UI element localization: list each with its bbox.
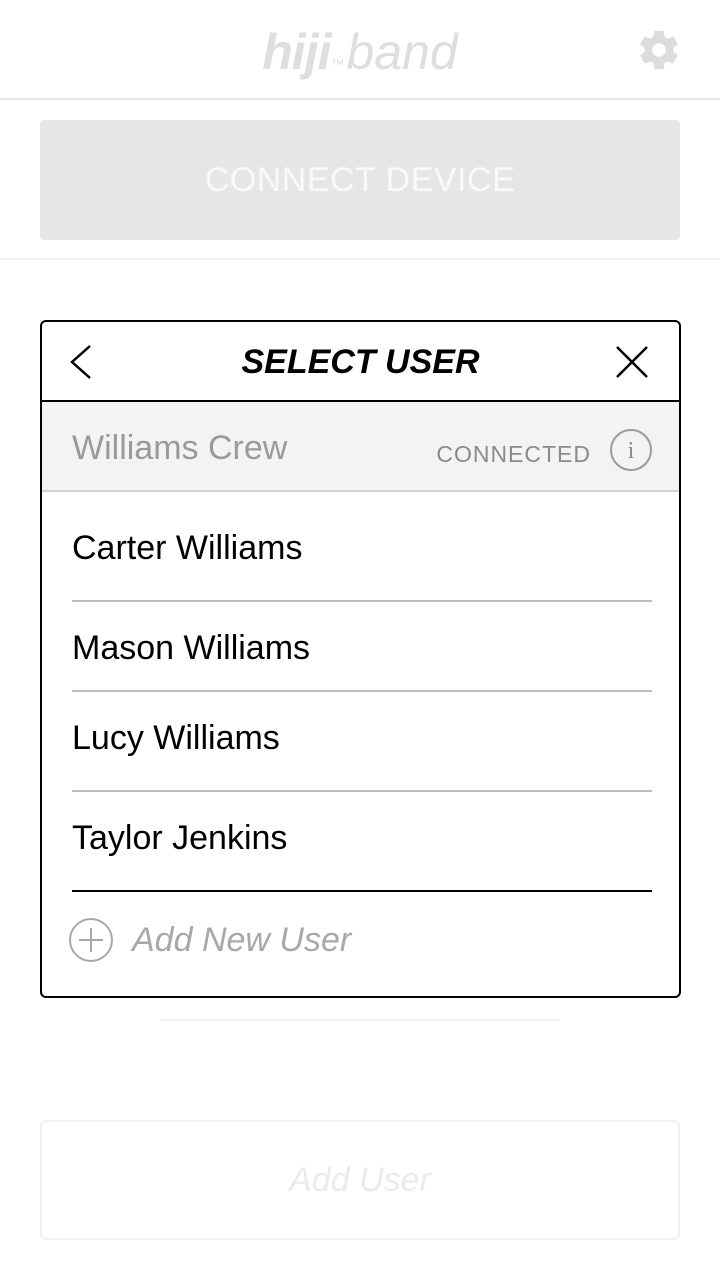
group-row-williams-crew[interactable]: Williams Crew CONNECTED i <box>42 402 679 492</box>
group-name: Williams Crew <box>72 429 288 467</box>
background-divider <box>160 1019 560 1021</box>
add-new-user-button[interactable]: Add New User <box>68 890 648 990</box>
logo-trademark: ™ <box>330 56 345 72</box>
close-icon[interactable] <box>614 344 650 380</box>
user-name: Taylor Jenkins <box>72 819 288 857</box>
add-new-user-label: Add New User <box>132 921 352 959</box>
modal-title: SELECT USER <box>241 343 480 381</box>
hiji-band-logo: hiji™band <box>0 22 720 94</box>
user-row-carter-williams[interactable]: Carter Williams <box>72 492 652 602</box>
plus-circle-icon <box>69 918 113 962</box>
user-row-lucy-williams[interactable]: Lucy Williams <box>72 692 652 792</box>
svg-text:i: i <box>628 438 635 464</box>
user-name: Lucy Williams <box>72 719 280 757</box>
user-name: Carter Williams <box>72 529 303 567</box>
connection-status: CONNECTED <box>436 441 591 467</box>
logo-sub-text: band <box>346 24 458 80</box>
app-header: hiji™band <box>0 0 720 100</box>
add-user-button[interactable]: Add User <box>40 1120 680 1240</box>
select-user-modal: SELECT USER Williams Crew CONNECTED i Ca… <box>40 320 681 998</box>
modal-header: SELECT USER <box>42 322 679 402</box>
background-divider <box>0 258 720 260</box>
logo-main-text: hiji <box>262 24 331 80</box>
gear-icon[interactable] <box>636 27 682 73</box>
user-name: Mason Williams <box>72 629 311 667</box>
user-row-taylor-jenkins[interactable]: Taylor Jenkins <box>72 792 652 892</box>
user-row-mason-williams[interactable]: Mason Williams <box>72 602 652 692</box>
info-icon[interactable]: i <box>609 428 653 472</box>
connect-device-button[interactable]: CONNECT DEVICE <box>40 120 680 240</box>
